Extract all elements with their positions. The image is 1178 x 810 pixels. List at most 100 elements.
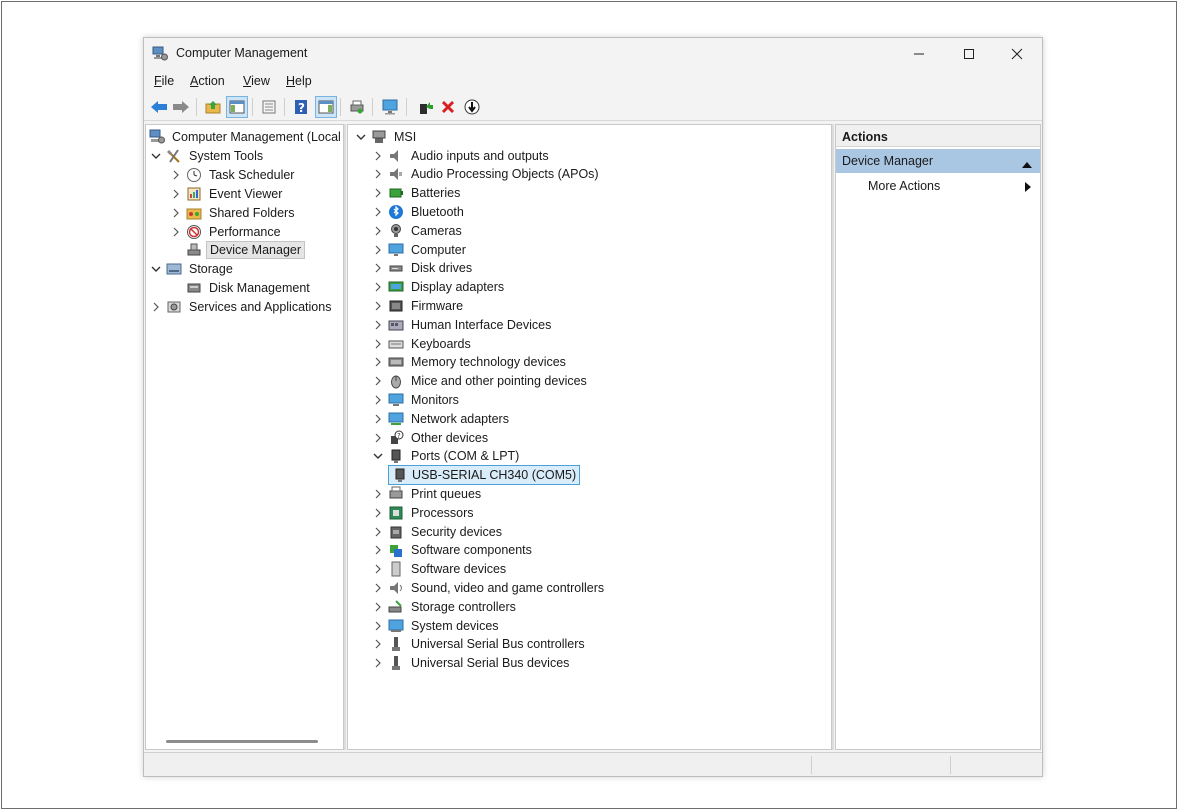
- chevron-right-icon[interactable]: [149, 300, 163, 314]
- device-category[interactable]: Software devices: [371, 560, 509, 579]
- properties-sheet-icon[interactable]: [258, 96, 280, 118]
- tree-item-performance[interactable]: Performance: [169, 222, 284, 241]
- chevron-right-icon[interactable]: [371, 318, 385, 332]
- menu-view[interactable]: View: [243, 74, 270, 88]
- chevron-right-icon[interactable]: [371, 431, 385, 445]
- up-folder-icon[interactable]: [202, 96, 224, 118]
- chevron-right-icon[interactable]: [169, 225, 183, 239]
- chevron-right-icon[interactable]: [371, 355, 385, 369]
- uninstall-device-icon[interactable]: [437, 96, 459, 118]
- device-category[interactable]: Storage controllers: [371, 597, 519, 616]
- device-category[interactable]: Software components: [371, 541, 535, 560]
- device-category[interactable]: Universal Serial Bus devices: [371, 654, 572, 673]
- maximize-button[interactable]: [946, 38, 992, 69]
- device-category[interactable]: Cameras: [371, 221, 465, 240]
- chevron-right-icon[interactable]: [371, 167, 385, 181]
- device-category[interactable]: Firmware: [371, 296, 466, 315]
- more-actions-item[interactable]: More Actions: [868, 179, 940, 193]
- tree-item-services-and-applications[interactable]: Services and Applications: [149, 297, 334, 316]
- chevron-right-icon[interactable]: [371, 299, 385, 313]
- device-category[interactable]: Computer: [371, 240, 469, 259]
- horizontal-scrollbar[interactable]: [166, 740, 318, 743]
- device-category[interactable]: Network adapters: [371, 409, 512, 428]
- chevron-right-icon[interactable]: [371, 186, 385, 200]
- tree-item-computer-management[interactable]: Computer Management (Local: [149, 127, 344, 146]
- scan-hardware-icon[interactable]: [380, 96, 402, 118]
- update-driver-icon[interactable]: [414, 96, 436, 118]
- device-item[interactable]: USB-SERIAL CH340 (COM5): [388, 465, 581, 486]
- print-icon[interactable]: [346, 96, 368, 118]
- chevron-right-icon[interactable]: [371, 337, 385, 351]
- device-category[interactable]: Display adapters: [371, 278, 507, 297]
- chevron-right-icon[interactable]: [371, 543, 385, 557]
- device-category[interactable]: System devices: [371, 616, 502, 635]
- device-category[interactable]: Bluetooth: [371, 202, 467, 221]
- chevron-right-icon[interactable]: [371, 149, 385, 163]
- device-category[interactable]: Human Interface Devices: [371, 315, 554, 334]
- pane-splitter-right[interactable]: [832, 124, 834, 750]
- device-category[interactable]: Keyboards: [371, 334, 474, 353]
- device-category[interactable]: Audio inputs and outputs: [371, 146, 552, 165]
- chevron-down-icon[interactable]: [149, 262, 163, 276]
- actions-section-device-manager[interactable]: Device Manager: [836, 149, 1040, 173]
- device-category[interactable]: Processors: [371, 503, 477, 522]
- device-category[interactable]: Security devices: [371, 522, 505, 541]
- chevron-right-icon[interactable]: [371, 243, 385, 257]
- chevron-right-icon[interactable]: [371, 637, 385, 651]
- tree-item-shared-folders[interactable]: Shared Folders: [169, 203, 297, 222]
- help-icon[interactable]: ?: [290, 96, 312, 118]
- device-category[interactable]: ? Other devices: [371, 428, 491, 447]
- device-category[interactable]: Universal Serial Bus controllers: [371, 635, 588, 654]
- chevron-right-icon[interactable]: [371, 525, 385, 539]
- show-action-pane-button[interactable]: [315, 96, 337, 118]
- menu-help[interactable]: Help: [286, 74, 312, 88]
- tree-item-task-scheduler[interactable]: Task Scheduler: [169, 165, 297, 184]
- device-category[interactable]: Disk drives: [371, 259, 475, 278]
- device-tree-root[interactable]: MSI: [354, 127, 419, 146]
- device-category[interactable]: Print queues: [371, 484, 484, 503]
- chevron-down-icon[interactable]: [371, 449, 385, 463]
- chevron-right-icon[interactable]: [371, 619, 385, 633]
- device-category[interactable]: Audio Processing Objects (APOs): [371, 165, 602, 184]
- chevron-right-icon[interactable]: [371, 374, 385, 388]
- title-bar[interactable]: Computer Management: [144, 38, 1042, 69]
- device-category[interactable]: Monitors: [371, 390, 462, 409]
- chevron-right-icon[interactable]: [169, 168, 183, 182]
- menu-file[interactable]: File: [154, 74, 174, 88]
- chevron-down-icon[interactable]: [354, 130, 368, 144]
- chevron-right-icon[interactable]: [371, 487, 385, 501]
- forward-button[interactable]: [170, 96, 192, 118]
- device-category[interactable]: Memory technology devices: [371, 353, 569, 372]
- tree-item-disk-management[interactable]: Disk Management: [186, 278, 313, 297]
- chevron-down-icon[interactable]: [149, 149, 163, 163]
- device-category[interactable]: Ports (COM & LPT): [371, 447, 522, 466]
- back-button[interactable]: [148, 96, 170, 118]
- chevron-right-icon[interactable]: [371, 581, 385, 595]
- show-hide-console-tree-button[interactable]: [226, 96, 248, 118]
- tree-item-system-tools[interactable]: System Tools: [149, 146, 266, 165]
- device-category[interactable]: Batteries: [371, 184, 463, 203]
- chevron-right-icon[interactable]: [169, 187, 183, 201]
- chevron-right-icon[interactable]: [371, 562, 385, 576]
- chevron-right-icon[interactable]: [371, 261, 385, 275]
- chevron-right-icon[interactable]: [371, 205, 385, 219]
- tree-item-storage[interactable]: Storage: [149, 259, 236, 278]
- collapse-up-icon[interactable]: [1022, 157, 1032, 171]
- device-category[interactable]: Sound, video and game controllers: [371, 578, 607, 597]
- tree-item-device-manager[interactable]: Device Manager: [186, 240, 306, 259]
- disable-device-icon[interactable]: [461, 96, 483, 118]
- chevron-right-icon[interactable]: [371, 393, 385, 407]
- device-category[interactable]: Mice and other pointing devices: [371, 372, 590, 391]
- chevron-right-icon[interactable]: [371, 224, 385, 238]
- close-button[interactable]: [994, 38, 1040, 69]
- menu-action[interactable]: Action: [190, 74, 225, 88]
- chevron-right-icon[interactable]: [371, 600, 385, 614]
- chevron-right-icon[interactable]: [371, 506, 385, 520]
- chevron-right-icon[interactable]: [371, 656, 385, 670]
- tree-item-event-viewer[interactable]: Event Viewer: [169, 184, 285, 203]
- pane-splitter-left[interactable]: [344, 124, 346, 750]
- chevron-right-icon[interactable]: [371, 412, 385, 426]
- minimize-button[interactable]: [896, 38, 942, 69]
- chevron-right-icon[interactable]: [169, 206, 183, 220]
- chevron-right-icon[interactable]: [371, 280, 385, 294]
